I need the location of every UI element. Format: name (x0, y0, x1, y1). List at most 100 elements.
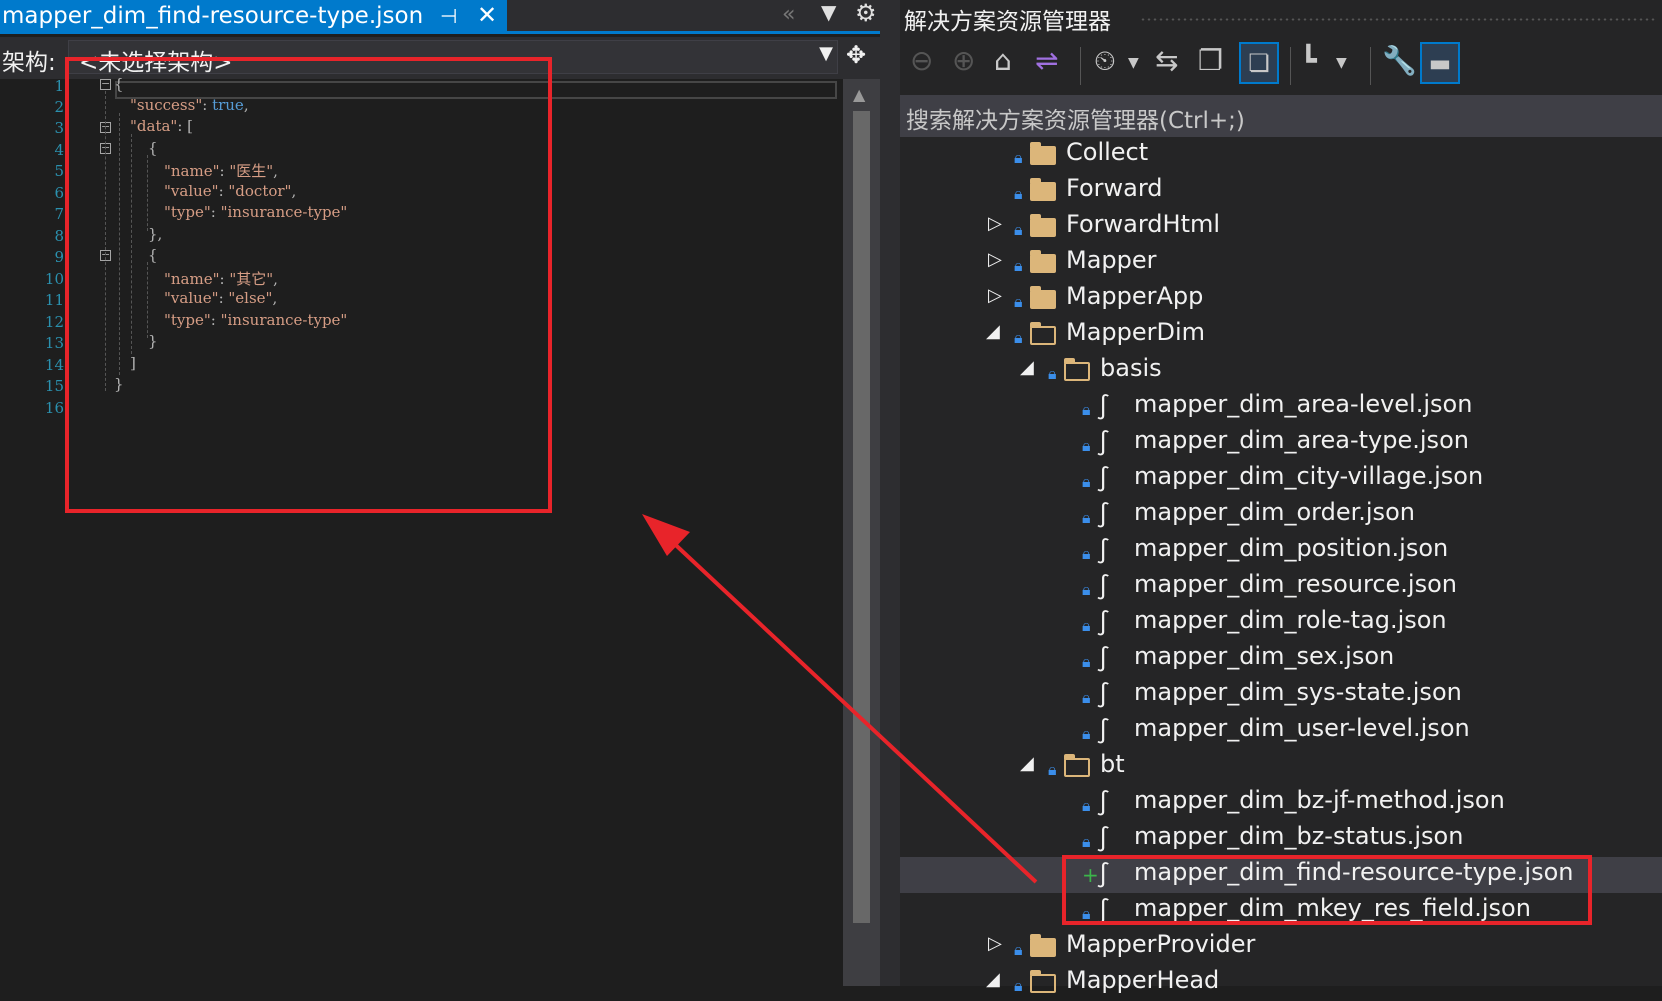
tree-folder-item[interactable]: ◢ 🔒︎ MapperHead (900, 965, 1662, 1001)
line-number: 9 (54, 248, 64, 266)
collapse-icon[interactable]: ◢ (1020, 753, 1034, 774)
tree-folder-item[interactable]: ▷ 🔒︎ ForwardHtml (900, 209, 1662, 245)
tree-item-label: ForwardHtml (1066, 210, 1221, 238)
preview-selected-icon[interactable]: ▬ (1420, 42, 1460, 84)
tree-item-label: mapper_dim_sys-state.json (1134, 678, 1462, 706)
json-file-icon: ∫ (1096, 825, 1111, 853)
json-file-icon: ∫ (1096, 501, 1111, 529)
chevron-down-icon[interactable]: ▼ (1336, 55, 1347, 71)
collapse-icon[interactable]: ◢ (986, 321, 1000, 342)
split-icon[interactable]: ✥ (846, 41, 866, 69)
tree-folder-item[interactable]: ◢ 🔒︎ basis (900, 353, 1662, 389)
lock-icon: 🔒︎ (1082, 832, 1091, 851)
lock-icon: 🔒︎ (1014, 220, 1023, 239)
expand-icon[interactable]: ▷ (988, 249, 1002, 270)
line-number: 10 (44, 270, 64, 288)
lock-icon: 🔒︎ (1014, 328, 1023, 347)
sync-icon[interactable]: ⇆ (1155, 44, 1178, 77)
tree-file-item[interactable]: 🔒︎ ∫ mapper_dim_city-village.json (900, 461, 1662, 497)
tree-folder-item[interactable]: 🔒︎ Collect (900, 137, 1662, 173)
search-input[interactable]: 搜索解决方案资源管理器(Ctrl+;) (900, 95, 1662, 137)
vertical-scrollbar[interactable]: ▲ (843, 79, 880, 986)
tree-file-item[interactable]: 🔒︎ ∫ mapper_dim_bz-status.json (900, 821, 1662, 857)
tree-folder-item[interactable]: ▷ 🔒︎ MapperApp (900, 281, 1662, 317)
tree-folder-item[interactable]: ◢ 🔒︎ MapperDim (900, 317, 1662, 353)
tree-file-item[interactable]: 🔒︎ ∫ mapper_dim_role-tag.json (900, 605, 1662, 641)
tree-item-label: mapper_dim_order.json (1134, 498, 1415, 526)
tree-item-label: mapper_dim_area-level.json (1134, 390, 1473, 418)
expand-icon[interactable]: ▷ (988, 213, 1002, 234)
lock-icon: 🔒︎ (1014, 256, 1023, 275)
search-placeholder: 搜索解决方案资源管理器(Ctrl+;) (906, 108, 1245, 134)
folder-icon (1030, 141, 1056, 165)
lock-icon: 🔒︎ (1082, 688, 1091, 707)
dropdown-icon[interactable]: ▼ (821, 0, 836, 24)
chevron-down-icon[interactable]: ▼ (1128, 55, 1139, 71)
tree-file-item[interactable]: 🔒︎ ∫ mapper_dim_sys-state.json (900, 677, 1662, 713)
json-file-icon: ∫ (1096, 681, 1111, 709)
document-tab[interactable]: mapper_dim_find-resource-type.json ⊣ ✕ (0, 0, 507, 31)
toolbar-separator (1370, 47, 1371, 85)
tree-item-label: bt (1100, 750, 1125, 778)
wrench-icon[interactable]: 🔧 (1382, 44, 1417, 77)
tree-folder-item[interactable]: 🔒︎ Forward (900, 173, 1662, 209)
tab-overflow-icon[interactable]: « (782, 2, 795, 27)
json-file-icon: ∫ (1096, 717, 1111, 745)
collapse-all-icon[interactable]: ❐ (1198, 44, 1223, 77)
tree-item-label: mapper_dim_resource.json (1134, 570, 1457, 598)
tree-item-label: Collect (1066, 138, 1149, 166)
tree-file-item[interactable]: 🔒︎ ∫ mapper_dim_user-level.json (900, 713, 1662, 749)
pending-changes-icon[interactable]: ⏲ (1094, 44, 1116, 78)
tree-file-item[interactable]: 🔒︎ ∫ mapper_dim_position.json (900, 533, 1662, 569)
tree-file-item[interactable]: 🔒︎ ∫ mapper_dim_order.json (900, 497, 1662, 533)
tree-file-item[interactable]: 🔒︎ ∫ mapper_dim_sex.json (900, 641, 1662, 677)
show-all-files-icon[interactable]: ❏ (1239, 42, 1279, 84)
tree-item-label: mapper_dim_user-level.json (1134, 714, 1470, 742)
scrollbar-thumb[interactable] (853, 111, 870, 923)
solution-explorer-toolbar: ⊖ ⊕ ⌂ ⇌ ⏲ ▼ ⇆ ❐ ❏ ┗ ▼ 🔧 ▬ (900, 37, 1662, 95)
expand-icon[interactable]: ▷ (988, 285, 1002, 306)
scroll-up-icon[interactable]: ▲ (853, 85, 865, 104)
tree-file-item[interactable]: 🔒︎ ∫ mapper_dim_area-level.json (900, 389, 1662, 425)
close-icon[interactable]: ✕ (477, 1, 497, 29)
gear-icon[interactable]: ⚙ (855, 0, 877, 27)
folder-icon (1030, 285, 1056, 309)
line-number: 4 (54, 141, 64, 159)
tree-folder-item[interactable]: ▷ 🔒︎ Mapper (900, 245, 1662, 281)
lock-icon: 🔒︎ (1082, 436, 1091, 455)
tree-folder-item[interactable]: ◢ 🔒︎ bt (900, 749, 1662, 785)
tree-item-label: mapper_dim_role-tag.json (1134, 606, 1447, 634)
collapse-icon[interactable]: ◢ (986, 969, 1000, 990)
lock-icon: 🔒︎ (1014, 940, 1023, 959)
collapse-icon[interactable]: ◢ (1020, 357, 1034, 378)
tree-folder-item[interactable]: ▷ 🔒︎ MapperProvider (900, 929, 1662, 965)
pane-splitter[interactable] (880, 0, 900, 986)
home-icon[interactable]: ⌂ (994, 44, 1012, 77)
json-file-icon: ∫ (1096, 429, 1111, 457)
forward-icon[interactable]: ⊕ (952, 44, 975, 77)
line-number: 1 (54, 77, 64, 95)
tree-file-item[interactable]: 🔒︎ ∫ mapper_dim_resource.json (900, 569, 1662, 605)
tree-file-item[interactable]: 🔒︎ ∫ mapper_dim_area-type.json (900, 425, 1662, 461)
expand-icon[interactable]: ▷ (988, 933, 1002, 954)
open-folder-icon (1064, 357, 1090, 381)
tree-item-label: mapper_dim_sex.json (1134, 642, 1395, 670)
tab-title[interactable]: mapper_dim_find-resource-type.json (0, 3, 423, 29)
folder-icon (1030, 177, 1056, 201)
folder-icon (1030, 933, 1056, 957)
schema-label: 架构: (2, 50, 56, 76)
back-icon[interactable]: ⊖ (910, 44, 933, 77)
switch-views-icon[interactable]: ⇌ (1035, 44, 1058, 77)
panel-title: 解决方案资源管理器 (904, 9, 1111, 35)
chevron-down-icon[interactable]: ▼ (819, 43, 833, 64)
folder-icon (1030, 249, 1056, 273)
tree-item-label: Mapper (1066, 246, 1157, 274)
drag-grip[interactable] (1140, 17, 1655, 22)
view-class-diagram-icon[interactable]: ┗ (1300, 44, 1317, 77)
open-folder-icon (1030, 321, 1056, 345)
pin-icon[interactable]: ⊣ (440, 4, 457, 28)
json-file-icon: ∫ (1096, 537, 1111, 565)
tree-item-label: mapper_dim_bz-jf-method.json (1134, 786, 1505, 814)
tree-file-item[interactable]: 🔒︎ ∫ mapper_dim_bz-jf-method.json (900, 785, 1662, 821)
solution-explorer-header: 解决方案资源管理器 (900, 0, 1662, 37)
